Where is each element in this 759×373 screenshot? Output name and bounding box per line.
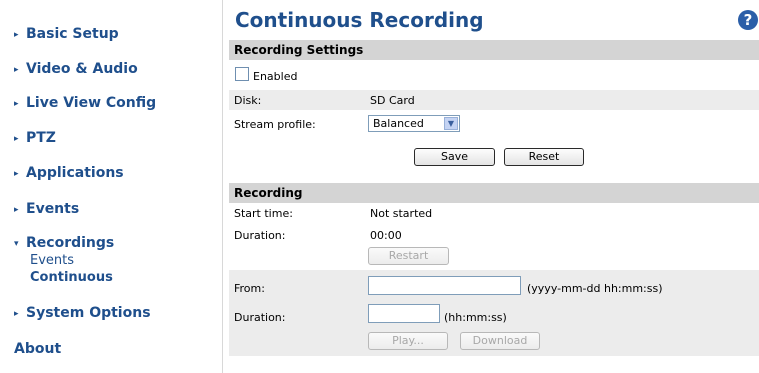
page-title: Continuous Recording — [235, 8, 484, 32]
from-hint: (yyyy-mm-dd hh:mm:ss) — [527, 282, 663, 295]
sidebar-item-applications[interactable]: ▸ Applications — [14, 165, 124, 181]
sidebar-item-ptz[interactable]: ▸ PTZ — [14, 130, 56, 146]
sidebar-item-label: PTZ — [26, 130, 56, 146]
save-button[interactable]: Save — [414, 148, 495, 166]
sidebar-subitem-events[interactable]: Events — [30, 253, 74, 268]
sidebar-item-label: Video & Audio — [26, 61, 138, 77]
sidebar-item-label: System Options — [26, 305, 151, 321]
sidebar-subitem-continuous[interactable]: Continuous — [30, 270, 113, 285]
sidebar-item-events[interactable]: ▸ Events — [14, 201, 79, 217]
chevron-right-icon: ▸ — [14, 30, 19, 40]
sidebar-item-recordings[interactable]: ▾ Recordings — [14, 235, 114, 251]
playback-duration-label: Duration: — [234, 311, 286, 324]
chevron-right-icon: ▸ — [14, 99, 19, 109]
sidebar-item-basic-setup[interactable]: ▸ Basic Setup — [14, 26, 119, 42]
duration-label: Duration: — [234, 229, 286, 242]
main-content: Continuous Recording ? Recording Setting… — [229, 0, 759, 373]
sidebar-item-label: About — [14, 341, 62, 357]
playback-duration-input[interactable] — [368, 304, 440, 323]
playback-panel: From: (yyyy-mm-dd hh:mm:ss) Duration: (h… — [229, 270, 759, 356]
sidebar-item-video-audio[interactable]: ▸ Video & Audio — [14, 61, 138, 77]
sidebar-divider — [222, 0, 223, 373]
sidebar-item-live-view-config[interactable]: ▸ Live View Config — [14, 95, 156, 111]
stream-profile-select[interactable]: Balanced ▼ — [368, 115, 460, 132]
section-heading-recording-settings: Recording Settings — [229, 40, 759, 60]
from-input[interactable] — [368, 276, 521, 295]
sidebar-item-system-options[interactable]: ▸ System Options — [14, 305, 151, 321]
duration-value: 00:00 — [370, 229, 402, 242]
chevron-down-icon: ▾ — [14, 239, 19, 249]
download-button[interactable]: Download — [460, 332, 540, 350]
reset-button[interactable]: Reset — [504, 148, 584, 166]
playback-duration-hint: (hh:mm:ss) — [444, 311, 507, 324]
chevron-right-icon: ▸ — [14, 205, 19, 215]
start-time-row: Start time: Not started — [229, 205, 759, 221]
sidebar-item-label: Live View Config — [26, 95, 157, 111]
sidebar-item-label: Applications — [26, 165, 124, 181]
enabled-checkbox[interactable] — [235, 67, 249, 81]
sidebar-item-label: Recordings — [26, 235, 115, 251]
help-icon[interactable]: ? — [738, 10, 758, 30]
sidebar-item-label: Basic Setup — [26, 26, 119, 42]
sidebar: ▸ Basic Setup ▸ Video & Audio ▸ Live View C… — [0, 0, 222, 373]
disk-row: Disk: SD Card — [229, 90, 759, 110]
start-time-value: Not started — [370, 207, 433, 220]
enabled-label: Enabled — [253, 70, 298, 83]
sidebar-item-about[interactable]: About — [14, 341, 61, 357]
duration-row: Duration: 00:00 — [229, 227, 759, 243]
from-label: From: — [234, 282, 265, 295]
dropdown-arrow-icon[interactable]: ▼ — [444, 117, 458, 130]
chevron-right-icon: ▸ — [14, 134, 19, 144]
restart-button[interactable]: Restart — [368, 247, 449, 265]
sidebar-item-label: Events — [26, 201, 80, 217]
chevron-right-icon: ▸ — [14, 65, 19, 75]
chevron-right-icon: ▸ — [14, 169, 19, 179]
stream-profile-row: Stream profile: Balanced ▼ — [229, 112, 759, 136]
enabled-row: Enabled — [229, 64, 759, 86]
disk-label: Disk: — [234, 94, 262, 107]
chevron-right-icon: ▸ — [14, 309, 19, 319]
disk-value: SD Card — [370, 94, 415, 107]
stream-profile-value: Balanced — [373, 117, 424, 130]
start-time-label: Start time: — [234, 207, 293, 220]
stream-profile-label: Stream profile: — [234, 118, 316, 131]
section-heading-recording: Recording — [229, 183, 759, 203]
play-button[interactable]: Play... — [368, 332, 448, 350]
